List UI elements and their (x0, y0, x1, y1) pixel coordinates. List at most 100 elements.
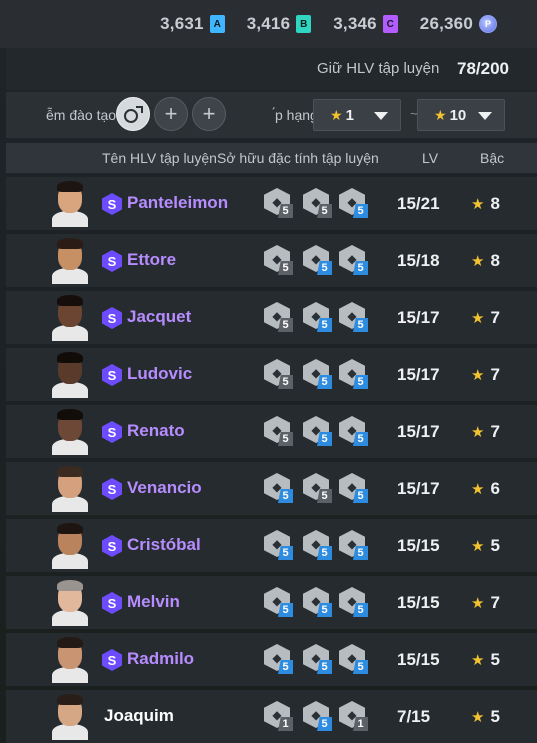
trait-badge[interactable]: ◆ 5 (303, 530, 337, 562)
trait-badge[interactable]: ◆ 5 (339, 188, 373, 220)
coach-name: Panteleimon (127, 193, 229, 212)
trait-badge[interactable]: ◆ 5 (303, 701, 337, 733)
trait-badge[interactable]: ◆ 5 (303, 302, 337, 334)
currency-value: 3,416 (246, 14, 291, 33)
star-icon: ★ (471, 424, 485, 441)
star-icon: ★ (471, 310, 485, 327)
coach-level: 15/17 (397, 479, 440, 498)
coach-row[interactable]: S Melvin ◆ 5 ◆ 5 ◆ 5 15/15 ★ 7 (6, 576, 537, 629)
column-header-name[interactable]: Tên HLV tập luyện (102, 150, 217, 166)
coach-level: 15/17 (397, 422, 440, 441)
add-filter-slot-2[interactable]: + (192, 97, 226, 131)
coach-grade-value: 6 (490, 479, 500, 498)
coach-name: Cristóbal (127, 535, 201, 554)
coach-grade: ★ 7 (471, 593, 500, 613)
trait-badge[interactable]: ◆ 5 (264, 587, 298, 619)
max-rank-value: 10 (449, 106, 467, 124)
currency-c-icon: C (382, 15, 398, 33)
training-points-filter-label: ễm đào tạo (46, 107, 117, 123)
coach-row[interactable]: S Cristóbal ◆ 5 ◆ 5 ◆ 5 15/15 ★ 5 (6, 519, 537, 572)
trait-badge[interactable]: ◆ 1 (264, 701, 298, 733)
column-header-traits[interactable]: Sở hữu đặc tính tập luyện (217, 150, 379, 166)
star-icon: ★ (471, 367, 485, 384)
chevron-down-icon (478, 112, 492, 120)
trait-badge[interactable]: ◆ 5 (264, 302, 298, 334)
column-header-lv[interactable]: LV (422, 150, 438, 166)
trait-badge[interactable]: ◆ 5 (303, 359, 337, 391)
special-coach-badge-icon: S (102, 307, 122, 329)
star-icon: ★ (471, 538, 485, 555)
trait-badge[interactable]: ◆ 5 (264, 473, 298, 505)
trait-badge[interactable]: ◆ 5 (303, 587, 337, 619)
coach-row[interactable]: Joaquim ◆ 1 ◆ 5 ◆ 1 7/15 ★ 5 (6, 690, 537, 743)
trait-badge[interactable]: ◆ 5 (339, 587, 373, 619)
coach-grade-value: 7 (490, 422, 500, 441)
coach-grade: ★ 7 (471, 422, 500, 442)
trait-badge[interactable]: ◆ 5 (303, 473, 337, 505)
coach-row[interactable]: S Panteleimon ◆ 5 ◆ 5 ◆ 5 15/21 ★ 8 (6, 177, 537, 230)
trait-badge[interactable]: ◆ 5 (303, 188, 337, 220)
coach-grade-value: 8 (490, 194, 500, 213)
trait-badge[interactable]: ◆ 5 (339, 359, 373, 391)
currency-item: 3,346 C (333, 14, 398, 34)
trait-badge[interactable]: ◆ 5 (339, 245, 373, 277)
coach-avatar (50, 576, 90, 626)
trait-badge[interactable]: ◆ 5 (264, 530, 298, 562)
trait-badge[interactable]: ◆ 5 (339, 473, 373, 505)
coach-avatar (50, 690, 90, 740)
trait-badge[interactable]: ◆ 5 (339, 644, 373, 676)
trait-badge[interactable]: ◆ 5 (264, 359, 298, 391)
coach-name: Ettore (127, 250, 177, 269)
training-filter-slot-active[interactable] (116, 97, 150, 131)
coach-row[interactable]: S Venancio ◆ 5 ◆ 5 ◆ 5 15/17 ★ 6 (6, 462, 537, 515)
trait-badge[interactable]: ◆ 5 (303, 644, 337, 676)
add-filter-slot-1[interactable]: + (154, 97, 188, 131)
star-icon: ★ (471, 652, 485, 669)
keep-coaches-label: Giữ HLV tập luyện (317, 60, 440, 77)
rank-filter-label: ́p hạng (275, 107, 318, 123)
plus-icon: + (202, 101, 216, 126)
coach-name: Jacquet (127, 307, 192, 326)
plus-icon: + (164, 101, 178, 126)
trait-badge[interactable]: ◆ 5 (303, 416, 337, 448)
special-coach-badge-icon: S (102, 478, 122, 500)
coach-grade-value: 8 (490, 251, 500, 270)
coach-name: Radmilo (127, 649, 195, 668)
coach-name: Renato (127, 421, 185, 440)
coach-avatar (50, 519, 90, 569)
special-coach-badge-icon: S (102, 535, 122, 557)
currency-b-icon: B (296, 15, 312, 33)
min-rank-dropdown[interactable]: ★ 1 (313, 99, 401, 131)
coach-grade: ★ 8 (471, 194, 500, 214)
coach-grade-value: 7 (490, 365, 500, 384)
table-header: Tên HLV tập luyện Sở hữu đặc tính tập lu… (6, 143, 537, 173)
coach-row[interactable]: S Renato ◆ 5 ◆ 5 ◆ 5 15/17 ★ 7 (6, 405, 537, 458)
coach-avatar (50, 234, 90, 284)
currency-item: 3,631 A (160, 14, 225, 34)
star-icon: ★ (471, 595, 485, 612)
currency-value: 3,346 (333, 14, 377, 33)
coach-row[interactable]: S Radmilo ◆ 5 ◆ 5 ◆ 5 15/15 ★ 5 (6, 633, 537, 686)
special-coach-badge-icon: S (102, 250, 122, 272)
coach-grade-value: 7 (490, 593, 500, 612)
coach-row[interactable]: S Ludovic ◆ 5 ◆ 5 ◆ 5 15/17 ★ 7 (6, 348, 537, 401)
trait-badge[interactable]: ◆ 5 (264, 416, 298, 448)
coach-row[interactable]: S Ettore ◆ 5 ◆ 5 ◆ 5 15/18 ★ 8 (6, 234, 537, 287)
coach-level: 15/15 (397, 593, 440, 612)
trait-badge[interactable]: ◆ 5 (339, 530, 373, 562)
chevron-down-icon (374, 112, 388, 120)
coach-row[interactable]: S Jacquet ◆ 5 ◆ 5 ◆ 5 15/17 ★ 7 (6, 291, 537, 344)
max-rank-dropdown[interactable]: ★ 10 (417, 99, 505, 131)
trait-badge[interactable]: ◆ 5 (303, 245, 337, 277)
trait-badge[interactable]: ◆ 5 (339, 416, 373, 448)
coach-avatar (50, 405, 90, 455)
column-header-grade[interactable]: Bậc (480, 150, 504, 166)
trait-badge[interactable]: ◆ 5 (264, 245, 298, 277)
star-icon: ★ (471, 709, 485, 726)
trait-badge[interactable]: ◆ 5 (339, 302, 373, 334)
currency-a-icon: A (209, 15, 225, 33)
star-icon: ★ (330, 106, 343, 123)
trait-badge[interactable]: ◆ 5 (264, 188, 298, 220)
trait-badge[interactable]: ◆ 5 (264, 644, 298, 676)
trait-badge[interactable]: ◆ 1 (339, 701, 373, 733)
